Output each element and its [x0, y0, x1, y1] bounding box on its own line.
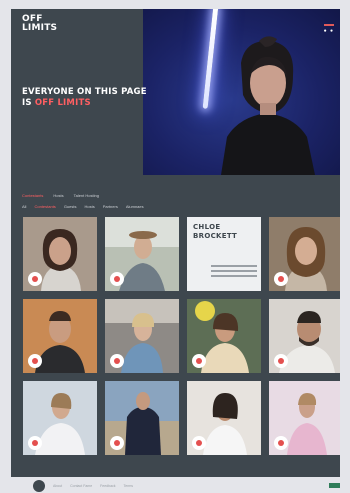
profile-card[interactable] [105, 299, 179, 373]
profile-card[interactable] [269, 381, 340, 455]
record-badge-icon[interactable] [274, 272, 288, 286]
footer-badge [329, 483, 340, 488]
record-badge-icon[interactable] [110, 272, 124, 286]
profile-card[interactable] [105, 217, 179, 291]
site-footer: About Contact Fame Feedback Terms [11, 478, 340, 493]
footer-link-about[interactable]: About [53, 484, 62, 488]
filter-guests[interactable]: Guests [64, 204, 77, 209]
record-badge-icon[interactable] [192, 436, 206, 450]
filter-partners[interactable]: Partners [103, 204, 118, 209]
record-badge-icon[interactable] [192, 354, 206, 368]
menu-icon[interactable] [324, 24, 334, 26]
hero-menu[interactable]: ● ● [324, 24, 334, 34]
tab-contestants[interactable]: Contestants [22, 193, 43, 198]
record-badge-icon[interactable] [110, 436, 124, 450]
brand-line-2: LIMITS [22, 22, 58, 33]
record-badge-icon[interactable] [28, 436, 42, 450]
profile-card[interactable] [105, 381, 179, 455]
brand-logo[interactable]: OFF LIMITS [22, 15, 57, 32]
profile-card[interactable] [269, 299, 340, 373]
filter-all[interactable]: All [22, 204, 26, 209]
footer-logo[interactable] [33, 479, 45, 492]
tab-hosts[interactable]: Hosts [53, 193, 63, 198]
hero-portrait [221, 36, 315, 175]
profile-card[interactable] [23, 299, 97, 373]
footer-link-feedback[interactable]: Feedback [100, 484, 115, 488]
record-badge-icon[interactable] [274, 354, 288, 368]
profile-card[interactable] [23, 381, 97, 455]
filter-contestants[interactable]: Contestants [34, 204, 55, 209]
profile-card[interactable] [187, 299, 261, 373]
record-badge-icon[interactable] [28, 354, 42, 368]
filter-hosts[interactable]: Hosts [84, 204, 94, 209]
footer-link-terms[interactable]: Terms [124, 484, 134, 488]
headline-line-2: IS OFF LIMITS [22, 98, 192, 109]
headline-accent: OFF LIMITS [34, 98, 91, 108]
footer-link-contact[interactable]: Contact Fame [70, 484, 92, 488]
featured-profile-card[interactable]: CHLOE BROCKETT [187, 217, 261, 291]
category-tabs: Contestants Hosts Talent Hosting [22, 193, 99, 198]
profile-card[interactable] [269, 217, 340, 291]
headline-line-1: EVERYONE ON THIS PAGE [22, 87, 147, 97]
filter-alumnaes[interactable]: Alumnaes [126, 204, 144, 209]
profile-card[interactable] [23, 217, 97, 291]
featured-name: CHLOE BROCKETT [193, 223, 238, 240]
record-badge-icon[interactable] [110, 354, 124, 368]
filter-bar: All Contestants Guests Hosts Partners Al… [22, 204, 144, 209]
featured-details [211, 265, 257, 280]
tab-talent-hosting[interactable]: Talent Hosting [74, 193, 99, 198]
page-panel: OFF LIMITS ● ● EVERYONE ON THIS PAGE IS … [11, 9, 340, 477]
record-badge-icon[interactable] [28, 272, 42, 286]
profile-card[interactable] [187, 381, 261, 455]
dots-icon[interactable]: ● ● [324, 28, 334, 34]
headline-is: IS [22, 98, 35, 108]
profile-grid: CHLOE BROCKETT [23, 217, 340, 455]
record-badge-icon[interactable] [274, 436, 288, 450]
page-headline: EVERYONE ON THIS PAGE IS OFF LIMITS [22, 87, 192, 109]
